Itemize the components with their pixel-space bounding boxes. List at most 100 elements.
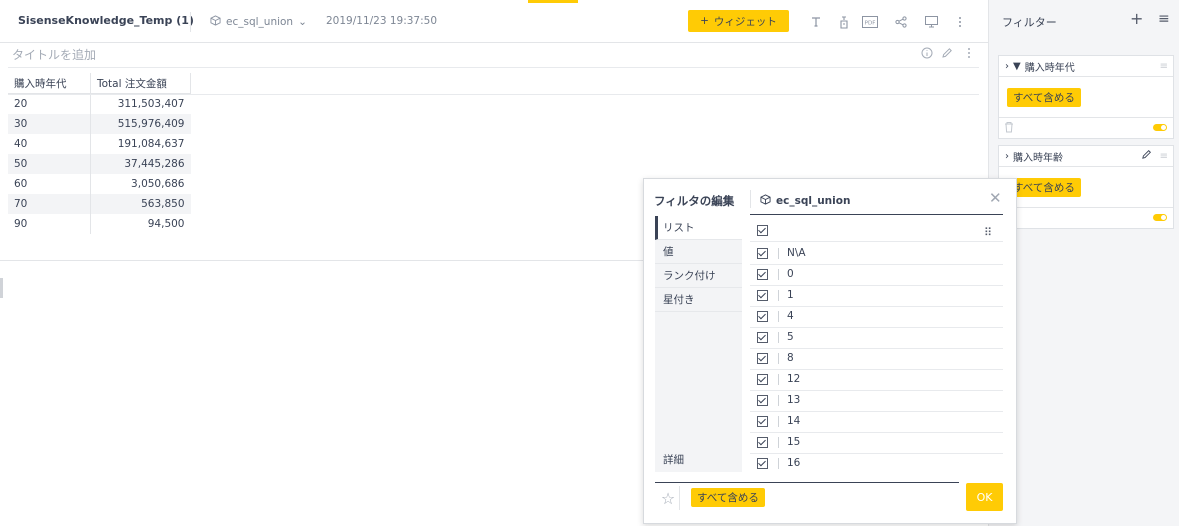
pdf-icon[interactable]: PDF	[862, 14, 878, 30]
cell-total: 37,445,286	[90, 154, 191, 174]
member-checkbox[interactable]	[757, 332, 768, 343]
more-vertical-icon[interactable]	[952, 14, 968, 30]
dialog-footer-line	[655, 482, 959, 483]
tab-details[interactable]: 詳細	[655, 448, 742, 472]
filter-funnel-icon[interactable]	[836, 14, 852, 30]
member-checkbox[interactable]	[757, 269, 768, 280]
filter-panel-menu-icon[interactable]: ≡	[1158, 11, 1170, 27]
active-indicator	[528, 0, 578, 3]
filter-card-label: 購入時年齢	[1013, 152, 1063, 164]
filter-editor-datasource: ec_sql_union	[760, 194, 850, 208]
member-value: 16	[778, 458, 800, 469]
cell-age: 50	[8, 154, 91, 174]
include-all-button[interactable]: すべて含める	[1007, 178, 1081, 197]
drag-handle-icon[interactable]: ≡	[1160, 61, 1168, 72]
member-checkbox[interactable]	[757, 311, 768, 322]
member-value: 13	[778, 395, 800, 406]
list-item[interactable]: 4	[750, 306, 1003, 328]
filter-type-tabs: リスト 値 ランク付け 星付き 詳細	[655, 216, 742, 472]
filter-panel-title: フィルター	[1002, 16, 1057, 29]
filter-card-header[interactable]: › 購入時年齢 ≡	[999, 146, 1173, 167]
cube-icon	[760, 194, 771, 208]
filter-card-age-group: › ▼ 購入時年代 ≡ すべて含める	[998, 55, 1174, 139]
filter-card-age: › 購入時年齢 ≡ すべて含める	[998, 145, 1174, 229]
close-icon[interactable]: ✕	[989, 189, 1002, 207]
member-value: 5	[778, 332, 794, 343]
text-icon[interactable]	[808, 14, 824, 30]
filter-card-header[interactable]: › ▼ 購入時年代 ≡	[999, 56, 1173, 77]
datasource-selector[interactable]: ec_sql_union ⌄	[210, 15, 307, 29]
table-row: 50 37,445,286	[8, 154, 191, 174]
monitor-icon[interactable]	[923, 14, 939, 30]
member-value: 0	[778, 269, 794, 280]
member-checkbox[interactable]	[757, 353, 768, 364]
column-header-total[interactable]: Total 注文金額	[90, 73, 191, 94]
edit-pencil-icon[interactable]	[1141, 149, 1152, 163]
tab-starred[interactable]: 星付き	[655, 288, 742, 312]
cell-total: 311,503,407	[117, 98, 185, 110]
plus-icon: +	[700, 15, 709, 27]
cell-age: 90	[8, 214, 91, 234]
datasource-name: ec_sql_union	[226, 16, 294, 28]
member-value: 4	[778, 311, 794, 322]
add-widget-button[interactable]: + ウィジェット	[688, 10, 789, 32]
member-checkbox[interactable]	[757, 374, 768, 385]
star-icon[interactable]: ☆	[657, 486, 680, 510]
table-row: 40 191,084,637	[8, 134, 191, 154]
resize-handle[interactable]	[0, 278, 3, 298]
include-all-button[interactable]: すべて含める	[1007, 88, 1081, 107]
list-item[interactable]: 16	[750, 453, 1003, 474]
cell-total: 515,976,409	[90, 114, 191, 134]
list-item[interactable]: 5	[750, 327, 1003, 349]
list-item[interactable]: 1	[750, 285, 1003, 307]
cell-age: 60	[8, 174, 91, 194]
member-checkbox[interactable]	[757, 248, 768, 259]
filter-toggle[interactable]	[1153, 124, 1167, 131]
cell-age: 30	[8, 114, 91, 134]
member-value: 12	[778, 374, 800, 385]
tab-ranking[interactable]: ランク付け	[655, 264, 742, 288]
trash-icon[interactable]	[1004, 121, 1014, 136]
cell-age: 70	[8, 194, 91, 214]
list-item[interactable]: 0	[750, 264, 1003, 286]
edit-pencil-icon[interactable]	[940, 46, 954, 60]
member-checkbox[interactable]	[757, 458, 768, 469]
toolbar-separator	[190, 12, 191, 32]
list-item[interactable]: N\A	[750, 243, 1003, 265]
ok-button[interactable]: OK	[966, 483, 1003, 511]
widget-more-icon[interactable]	[962, 46, 976, 60]
column-header-age[interactable]: 購入時年代	[8, 73, 91, 94]
member-checkbox[interactable]	[757, 395, 768, 406]
drag-handle-icon[interactable]: ≡	[1160, 151, 1168, 162]
member-checkbox[interactable]	[757, 437, 768, 448]
svg-text:PDF: PDF	[865, 21, 876, 27]
select-all-checkbox[interactable]	[757, 225, 768, 236]
pivot-header-row: 購入時年代 Total 注文金額	[8, 73, 191, 94]
member-checkbox[interactable]	[757, 416, 768, 427]
list-item[interactable]: 15	[750, 432, 1003, 454]
table-row: 20 311,503,407	[8, 93, 191, 114]
list-item[interactable]: 12	[750, 369, 1003, 391]
list-item[interactable]: 14	[750, 411, 1003, 433]
include-all-button[interactable]: すべて含める	[691, 488, 765, 507]
member-value: 15	[778, 437, 800, 448]
share-icon[interactable]	[893, 14, 909, 30]
funnel-icon: ▼	[1013, 60, 1021, 72]
tab-values[interactable]: 値	[655, 240, 742, 264]
info-icon[interactable]	[920, 46, 934, 60]
filter-toggle[interactable]	[1153, 214, 1167, 221]
add-filter-button[interactable]: +	[1130, 9, 1143, 28]
tab-list[interactable]: リスト	[655, 216, 742, 240]
select-all-row[interactable]	[750, 220, 1003, 242]
pivot-table: 購入時年代 Total 注文金額 20 311,503,407 30 515,976…	[8, 73, 191, 234]
widget-header-divider	[8, 67, 979, 68]
widget-title-input[interactable]: タイトルを追加	[12, 46, 96, 63]
last-updated-timestamp: 2019/11/23 19:37:50	[326, 15, 438, 27]
list-item[interactable]: 8	[750, 348, 1003, 370]
filter-card-label: 購入時年代	[1024, 62, 1075, 74]
dashboard-title[interactable]: SisenseKnowledge_Temp (1)	[18, 14, 194, 27]
chevron-right-icon: ›	[1005, 60, 1009, 72]
member-checkbox[interactable]	[757, 290, 768, 301]
list-item[interactable]: 13	[750, 390, 1003, 412]
filter-card-body: すべて含める	[999, 77, 1173, 118]
